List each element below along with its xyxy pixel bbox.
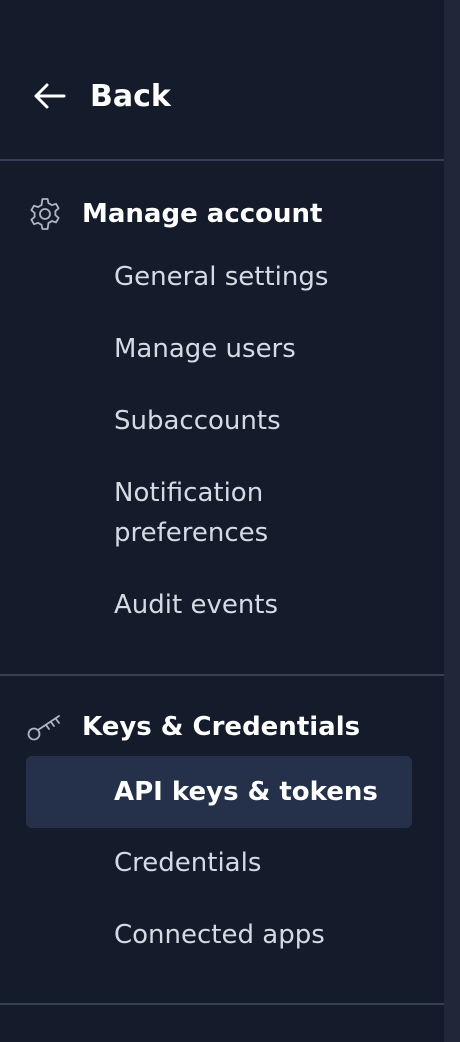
back-label: Back [90, 78, 171, 114]
nav-item-subaccounts[interactable]: Subaccounts [114, 401, 404, 441]
nav-item-manage-users[interactable]: Manage users [114, 329, 404, 369]
section-title: Manage account [82, 199, 323, 229]
nav-item-notification-preferences[interactable]: Notification preferences [114, 473, 354, 553]
divider [0, 674, 444, 676]
nav-item-audit-events[interactable]: Audit events [114, 585, 404, 625]
nav-item-api-keys-tokens[interactable]: API keys & tokens [114, 772, 404, 812]
arrow-left-icon [32, 82, 66, 110]
section-title: Keys & Credentials [82, 712, 361, 742]
section-header-manage-account: Manage account [26, 194, 322, 234]
settings-sidebar: Back Manage account General settings Man… [0, 0, 460, 1042]
nav-item-connected-apps[interactable]: Connected apps [114, 915, 404, 955]
nav-item-credentials[interactable]: Credentials [114, 843, 404, 883]
key-icon [26, 708, 64, 746]
back-button[interactable]: Back [32, 72, 171, 120]
section-header-keys-credentials: Keys & Credentials [26, 707, 360, 747]
scrollbar-track[interactable] [444, 0, 460, 1042]
nav-item-general-settings[interactable]: General settings [114, 257, 404, 297]
divider [0, 159, 444, 161]
gear-icon [26, 195, 64, 233]
divider [0, 1003, 444, 1005]
